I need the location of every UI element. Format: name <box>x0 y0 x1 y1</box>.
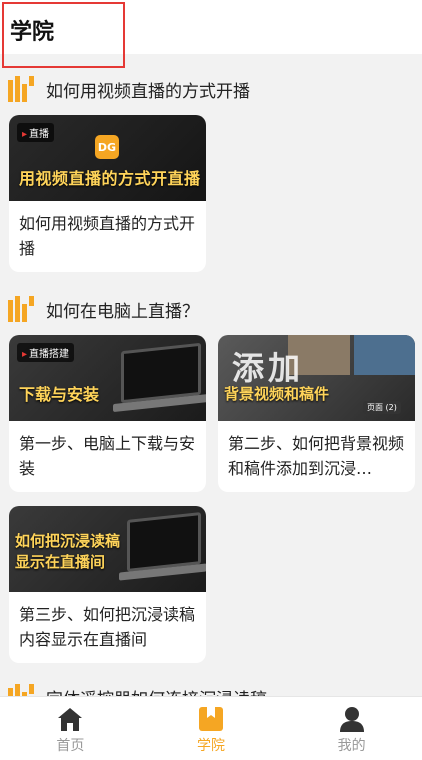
thumb-caption: 下载与安装 <box>19 385 100 404</box>
tab-profile[interactable]: 我的 <box>281 697 422 760</box>
section-header-pc-live: 如何在电脑上直播？ <box>8 296 199 322</box>
laptop-icon <box>121 342 201 404</box>
section-icon <box>8 76 34 102</box>
laptop-icon <box>127 512 201 572</box>
course-card-step-1[interactable]: 直播搭建 下载与安装 第一步、电脑上下载与安装 <box>9 335 206 492</box>
thumb-caption: 显示在直播间 <box>15 553 106 571</box>
tab-label: 我的 <box>337 738 366 754</box>
thumb-caption: 如何把沉浸读稿 <box>15 532 121 550</box>
thumb-tag: 直播 <box>17 123 55 142</box>
section-title: 如何用视频直播的方式开播 <box>46 81 250 102</box>
card-title: 如何用视频直播的方式开播 <box>19 214 196 258</box>
card-title: 第三步、如何把沉浸读稿内容显示在直播间 <box>19 605 196 649</box>
highlight-box <box>2 2 125 68</box>
card-title: 第二步、如何把背景视频和稿件添加到沉浸… <box>228 434 405 478</box>
card-thumbnail: 直播 DG 用视频直播的方式开直播 <box>9 115 206 201</box>
bottom-tab-bar: 首页 学院 我的 <box>0 696 422 760</box>
course-card-video-live[interactable]: 直播 DG 用视频直播的方式开直播 如何用视频直播的方式开播 <box>9 115 206 272</box>
tab-home[interactable]: 首页 <box>0 697 141 760</box>
section-title: 如何在电脑上直播？ <box>46 301 199 322</box>
card-thumbnail: 直播搭建 下载与安装 <box>9 335 206 421</box>
tab-academy[interactable]: 学院 <box>141 697 282 760</box>
thumb-caption: 背景视频和稿件 <box>224 385 330 403</box>
card-thumbnail: 如何把沉浸读稿 显示在直播间 <box>9 506 206 592</box>
tab-label: 学院 <box>197 738 225 754</box>
home-icon <box>58 708 83 731</box>
user-icon <box>339 707 364 732</box>
course-card-step-3[interactable]: 如何把沉浸读稿 显示在直播间 第三步、如何把沉浸读稿内容显示在直播间 <box>9 506 206 663</box>
thumb-badge: 页面 (2) <box>363 401 401 414</box>
app-logo-icon: DG <box>95 135 119 159</box>
card-thumbnail: 添加 背景视频和稿件 页面 (2) <box>218 335 415 421</box>
course-card-step-2[interactable]: 添加 背景视频和稿件 页面 (2) 第二步、如何把背景视频和稿件添加到沉浸… <box>218 335 415 492</box>
card-title: 第一步、电脑上下载与安装 <box>19 434 196 478</box>
section-header-live-video: 如何用视频直播的方式开播 <box>8 76 250 102</box>
tab-label: 首页 <box>56 738 85 754</box>
thumb-tag: 直播搭建 <box>17 343 75 362</box>
book-icon <box>199 707 223 731</box>
thumb-caption: 用视频直播的方式开直播 <box>19 169 201 188</box>
section-icon <box>8 296 34 322</box>
